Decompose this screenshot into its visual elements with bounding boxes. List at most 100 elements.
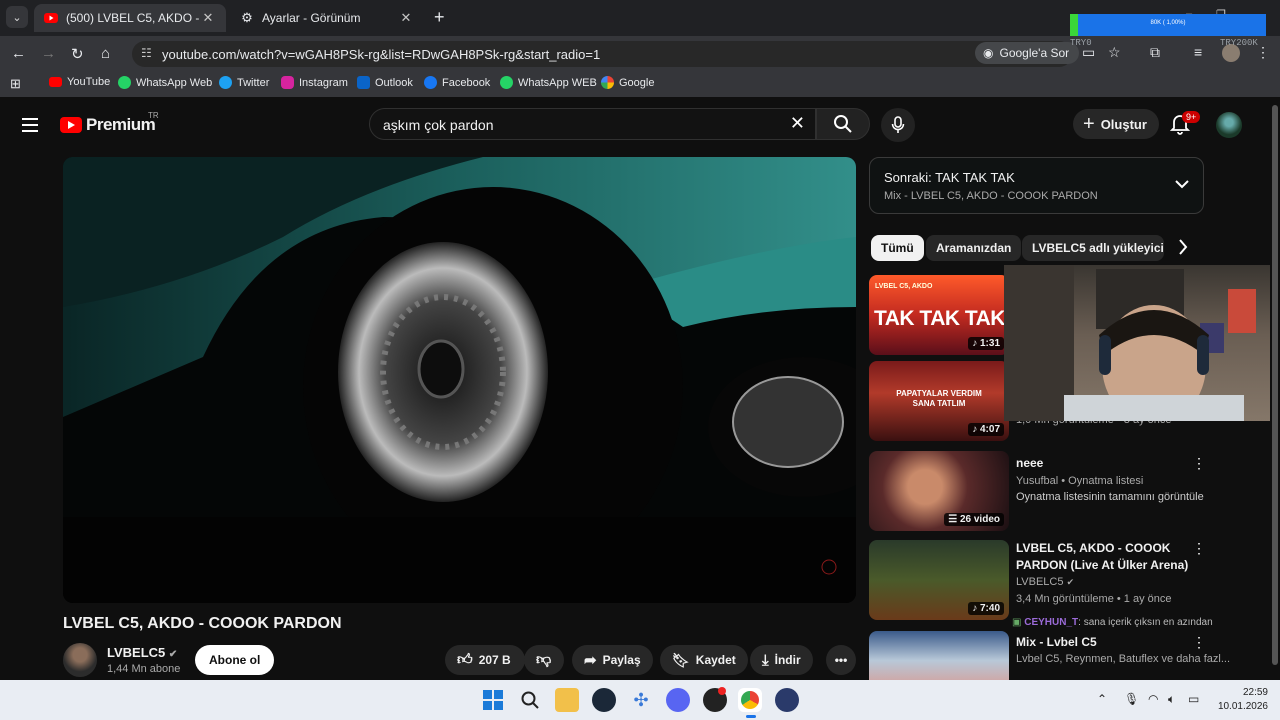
video-player[interactable] [63, 157, 856, 603]
video-title[interactable]: Mix - Lvbel C5 [1016, 634, 1196, 651]
youtube-premium-logo[interactable]: Premium TR [60, 111, 159, 135]
battery-icon[interactable]: ▭ [1188, 692, 1199, 706]
view-full-playlist-link[interactable]: Oynatma listesinin tamamını görüntüle [1016, 491, 1204, 503]
apps-grid-icon[interactable]: ⊞ [10, 76, 21, 92]
site-info-icon[interactable]: ☷ [141, 46, 152, 60]
bookmark-twitter[interactable]: Twitter [219, 76, 269, 89]
menu-icon[interactable] [22, 118, 38, 136]
related-thumbnail[interactable]: ♪ 7:40 [869, 540, 1009, 620]
video-title[interactable]: neee [1016, 455, 1196, 472]
create-button[interactable]: + Oluştur [1073, 109, 1159, 139]
close-tab-icon[interactable]: ✕ [398, 10, 414, 26]
chevron-right-icon[interactable] [1178, 239, 1188, 260]
wifi-icon[interactable]: ◠ [1148, 692, 1158, 706]
up-next-panel[interactable]: Sonraki: TAK TAK TAK Mix - LVBEL C5, AKD… [869, 157, 1204, 214]
subscribe-button[interactable]: Abone ol [195, 645, 275, 675]
download-icon: ⤓ [762, 651, 769, 669]
related-thumbnail[interactable]: PAPATYALAR VERDIM SANA TATLIM ♪ 4:07 [869, 361, 1009, 441]
channel-name[interactable]: LVBELC5 ✔ [107, 645, 177, 660]
youtube-icon [49, 77, 62, 87]
mix-thumbnail[interactable] [869, 631, 1009, 680]
playlist-icon: ☰ [948, 514, 960, 525]
thumbs-up-icon: 👍︎ [457, 651, 473, 668]
app-icon[interactable] [775, 688, 799, 712]
bookmark-youtube[interactable]: YouTube [49, 76, 110, 88]
clock-date: 10.01.2026 [1217, 701, 1268, 712]
active-app-indicator [746, 715, 756, 718]
playlist-count-badge: ☰ 26 video [944, 513, 1004, 526]
close-tab-icon[interactable]: ✕ [200, 10, 216, 26]
steam-icon[interactable] [592, 688, 616, 712]
scrollbar-thumb[interactable] [1272, 105, 1278, 665]
settings-app-icon[interactable]: ✣ [629, 688, 653, 712]
file-explorer-icon[interactable] [555, 688, 579, 712]
webcam-overlay [1004, 265, 1280, 421]
new-tab-button[interactable]: + [434, 7, 445, 28]
more-vertical-icon[interactable]: ⋮ [1192, 540, 1206, 557]
reload-icon[interactable]: ↻ [71, 45, 84, 63]
bookmark-outlook[interactable]: Outlook [357, 76, 413, 89]
video-frame-image [63, 157, 856, 603]
chrome-taskbar-button[interactable] [738, 688, 762, 712]
share-label: Paylaş [602, 653, 641, 667]
more-vertical-icon[interactable]: ⋮ [1192, 634, 1206, 651]
chevron-down-icon[interactable] [1175, 176, 1189, 194]
start-button[interactable] [481, 688, 505, 712]
media-control-icon[interactable]: ≡ [1194, 44, 1202, 60]
video-title[interactable]: LVBEL C5, AKDO - COOOK PARDON (Live At Ü… [1016, 540, 1196, 574]
verified-icon: ✔ [1066, 577, 1075, 587]
chip-from-search[interactable]: Aramanızdan [926, 235, 1022, 261]
save-button[interactable]: 🔖︎ Kaydet [660, 645, 748, 675]
bookmark-star-icon[interactable]: ☆ [1108, 44, 1121, 61]
related-thumbnail[interactable]: LVBEL C5, AKDO TAK TAK TAK ♪ 1:31 [869, 275, 1009, 355]
bookmarks-bar: ⊞ YouTube WhatsApp Web Twitter Instagram… [0, 70, 1280, 97]
share-button[interactable]: ➦ Paylaş [572, 645, 653, 675]
speaker-icon[interactable]: 🔈︎ [1168, 692, 1175, 707]
instagram-icon [281, 76, 294, 89]
forward-arrow-icon[interactable]: → [41, 45, 56, 62]
home-icon[interactable]: ⌂ [101, 45, 110, 62]
address-bar[interactable]: ☷ youtube.com/watch?v=wGAH8PSk-rg&list=R… [132, 41, 1072, 67]
microphone-tray-icon[interactable]: 🎙︎ [1124, 692, 1139, 706]
more-vertical-icon[interactable]: ⋮ [1192, 455, 1206, 472]
search-button[interactable] [816, 108, 870, 140]
download-button[interactable]: ⤓ İndir [750, 645, 813, 675]
bookmark-facebook[interactable]: Facebook [424, 76, 490, 89]
page-scrollbar[interactable] [1270, 97, 1280, 680]
video-meta: 3,4 Mn görüntüleme • 1 ay önce [1016, 593, 1172, 605]
channel-name: LVBELC5 ✔ [1016, 576, 1074, 588]
account-avatar[interactable] [1216, 112, 1242, 138]
bookmark-whatsapp-web-2[interactable]: WhatsApp WEB [500, 76, 597, 89]
voice-search-button[interactable] [881, 108, 915, 142]
channel-avatar[interactable] [63, 643, 97, 677]
thumbnail-text: TAK TAK TAK [874, 307, 1005, 330]
google-ask-label: Google'a Sor [999, 46, 1070, 60]
duration-badge: ♪ 7:40 [968, 602, 1004, 615]
tab-settings[interactable]: ⚙ Ayarlar - Görünüm ✕ [230, 4, 424, 32]
tab-youtube[interactable]: (500) LVBEL C5, AKDO - COOO ✕ [34, 4, 226, 32]
chip-uploader[interactable]: LVBELC5 adlı yükleyicide [1022, 235, 1164, 261]
bookmark-instagram[interactable]: Instagram [281, 76, 348, 89]
playlist-thumbnail[interactable]: ☰ 26 video [869, 451, 1009, 531]
whatsapp-icon [500, 76, 513, 89]
google-ask-button[interactable]: ◉ Google'a Sor [975, 42, 1080, 64]
more-actions-button[interactable]: ••• [826, 645, 856, 675]
dislike-button[interactable]: 👎︎ [524, 645, 564, 675]
bookmark-label: WhatsApp Web [136, 76, 213, 89]
taskbar-search-button[interactable] [518, 688, 542, 712]
system-clock[interactable]: 22:59 10.01.2026 [1210, 686, 1268, 714]
clear-search-icon[interactable]: ✕ [790, 113, 805, 134]
back-arrow-icon[interactable]: ← [11, 45, 26, 62]
google-icon [601, 76, 614, 89]
tab-search-button[interactable]: ⌄ [6, 6, 28, 28]
like-button[interactable]: 👍︎ 207 B [445, 645, 525, 675]
gear-icon: ⚙ [241, 10, 253, 25]
bookmark-google[interactable]: Google [601, 76, 654, 89]
show-hidden-icons-chevron-up-icon[interactable]: ⌃ [1097, 692, 1107, 706]
more-menu-icon[interactable]: ⋮ [1256, 44, 1270, 61]
bookmark-whatsapp-web[interactable]: WhatsApp Web [118, 76, 212, 89]
discord-icon[interactable] [666, 688, 690, 712]
extensions-icon[interactable]: ⧉ [1150, 44, 1160, 61]
chip-all[interactable]: Tümü [871, 235, 924, 261]
search-input[interactable]: aşkım çok pardon ✕ [369, 108, 816, 140]
